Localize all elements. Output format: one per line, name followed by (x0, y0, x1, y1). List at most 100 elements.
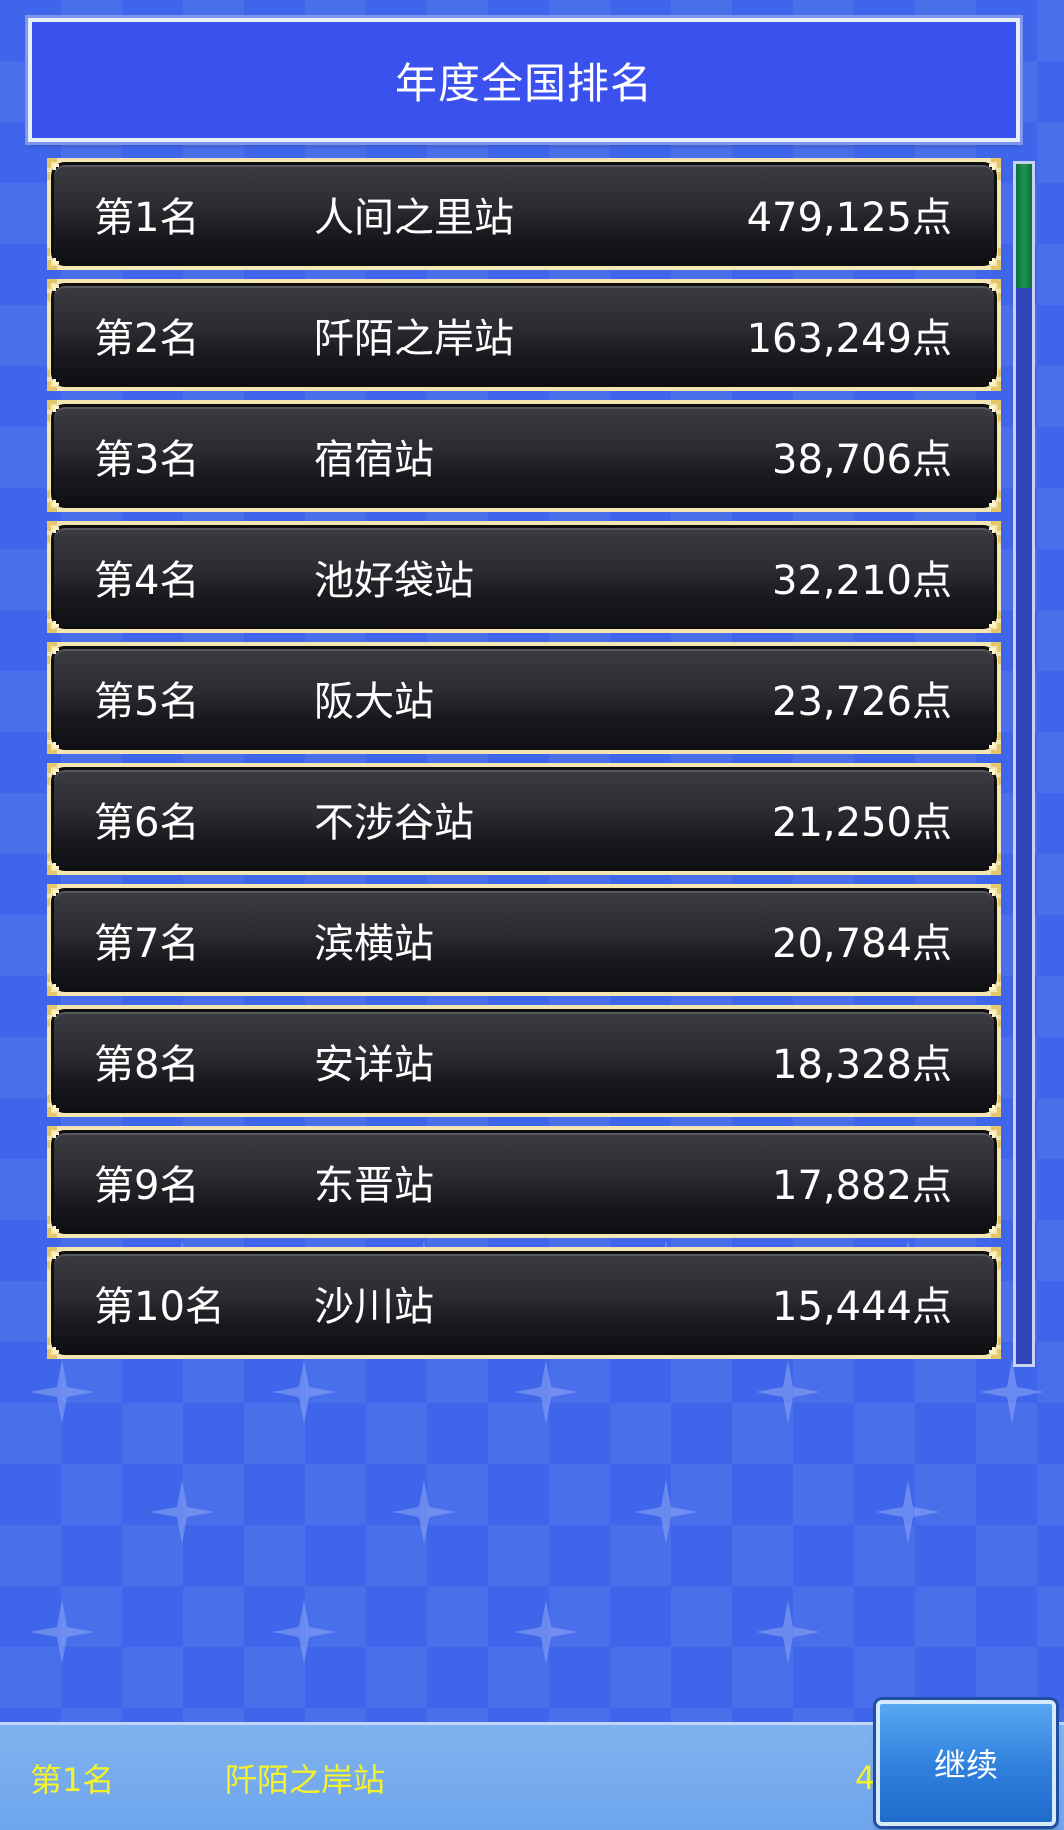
frame-corner-ornament-icon (989, 611, 1001, 633)
ranking-row: 第2名 阡陌之岸站 163,249点 (47, 279, 1001, 391)
rank-label: 第1名 (94, 195, 200, 241)
frame-corner-ornament-icon (989, 732, 1001, 754)
station-name: 宿宿站 (314, 437, 434, 483)
ranking-row-panel: 第8名 安详站 18,328点 (51, 1009, 997, 1113)
sparkle-decoration-icon (514, 1600, 578, 1664)
rank-label: 第8名 (94, 1042, 200, 1088)
station-score: 38,706点 (772, 437, 952, 483)
scrollbar-thumb[interactable] (1016, 164, 1032, 288)
frame-corner-ornament-icon (989, 1337, 1001, 1359)
frame-corner-ornament-icon (989, 853, 1001, 875)
frame-corner-ornament-icon (47, 853, 59, 875)
ranking-row: 第7名 滨横站 20,784点 (47, 884, 1001, 996)
frame-corner-ornament-icon (47, 158, 59, 180)
player-station-name: 阡陌之岸站 (225, 1760, 386, 1799)
sparkle-decoration-icon (756, 1600, 820, 1664)
station-score: 21,250点 (772, 800, 952, 846)
frame-corner-ornament-icon (47, 763, 59, 785)
frame-corner-ornament-icon (989, 763, 1001, 785)
continue-button[interactable]: 继续 (876, 1700, 1056, 1826)
station-score: 15,444点 (772, 1284, 952, 1330)
ranking-row-panel: 第7名 滨横站 20,784点 (51, 888, 997, 992)
title-bar: 年度全国排名 (28, 18, 1020, 142)
station-score: 479,125点 (746, 195, 952, 241)
sparkle-decoration-icon (514, 1360, 578, 1424)
frame-corner-ornament-icon (47, 369, 59, 391)
frame-corner-ornament-icon (47, 1337, 59, 1359)
frame-corner-ornament-icon (47, 248, 59, 270)
rank-label: 第5名 (94, 679, 200, 725)
frame-corner-ornament-icon (989, 1216, 1001, 1238)
ranking-row: 第5名 阪大站 23,726点 (47, 642, 1001, 754)
frame-corner-ornament-icon (989, 974, 1001, 996)
ranking-row-panel: 第1名 人间之里站 479,125点 (51, 162, 997, 266)
frame-corner-ornament-icon (989, 642, 1001, 664)
frame-corner-ornament-icon (47, 1095, 59, 1117)
ranking-row: 第6名 不涉谷站 21,250点 (47, 763, 1001, 875)
ranking-row: 第1名 人间之里站 479,125点 (47, 158, 1001, 270)
frame-corner-ornament-icon (989, 490, 1001, 512)
ranking-row: 第3名 宿宿站 38,706点 (47, 400, 1001, 512)
frame-corner-ornament-icon (989, 884, 1001, 906)
sparkle-decoration-icon (272, 1360, 336, 1424)
frame-corner-ornament-icon (989, 1005, 1001, 1027)
frame-corner-ornament-icon (47, 279, 59, 301)
station-score: 163,249点 (746, 316, 952, 362)
ranking-row-panel: 第3名 宿宿站 38,706点 (51, 404, 997, 508)
frame-corner-ornament-icon (47, 1216, 59, 1238)
frame-corner-ornament-icon (47, 1247, 59, 1269)
ranking-row-panel: 第5名 阪大站 23,726点 (51, 646, 997, 750)
ranking-row: 第8名 安详站 18,328点 (47, 1005, 1001, 1117)
frame-corner-ornament-icon (47, 1005, 59, 1027)
player-rank: 第1名 (30, 1760, 115, 1799)
player-score: 4 (855, 1758, 876, 1797)
sparkle-decoration-icon (980, 1360, 1044, 1424)
frame-corner-ornament-icon (989, 158, 1001, 180)
station-name: 人间之里站 (314, 195, 514, 241)
sparkle-decoration-icon (272, 1600, 336, 1664)
station-name: 滨横站 (314, 921, 434, 967)
frame-corner-ornament-icon (989, 400, 1001, 422)
frame-corner-ornament-icon (989, 369, 1001, 391)
station-score: 20,784点 (772, 921, 952, 967)
ranking-row: 第9名 东晋站 17,882点 (47, 1126, 1001, 1238)
page-title: 年度全国排名 (394, 58, 653, 108)
frame-corner-ornament-icon (989, 521, 1001, 543)
rank-label: 第7名 (94, 921, 200, 967)
rank-label: 第4名 (94, 558, 200, 604)
rank-label: 第6名 (94, 800, 200, 846)
sparkle-decoration-icon (634, 1480, 698, 1544)
continue-button-label: 继续 (933, 1746, 998, 1784)
frame-corner-ornament-icon (47, 732, 59, 754)
frame-corner-ornament-icon (989, 279, 1001, 301)
ranking-row-panel: 第10名 沙川站 15,444点 (51, 1251, 997, 1355)
sparkle-decoration-icon (756, 1360, 820, 1424)
station-name: 东晋站 (314, 1163, 434, 1209)
ranking-scrollbar[interactable] (1013, 161, 1035, 1367)
ranking-list[interactable]: 第1名 人间之里站 479,125点 第2名 阡陌之岸站 163,249点 第3… (47, 158, 1001, 1368)
frame-corner-ornament-icon (47, 490, 59, 512)
sparkle-decoration-icon (30, 1600, 94, 1664)
frame-corner-ornament-icon (989, 1247, 1001, 1269)
frame-corner-ornament-icon (47, 400, 59, 422)
frame-corner-ornament-icon (47, 611, 59, 633)
frame-corner-ornament-icon (989, 1095, 1001, 1117)
ranking-row-panel: 第4名 池好袋站 32,210点 (51, 525, 997, 629)
station-score: 23,726点 (772, 679, 952, 725)
frame-corner-ornament-icon (47, 521, 59, 543)
frame-corner-ornament-icon (47, 642, 59, 664)
ranking-row-panel: 第9名 东晋站 17,882点 (51, 1130, 997, 1234)
station-score: 17,882点 (772, 1163, 952, 1209)
station-score: 18,328点 (772, 1042, 952, 1088)
frame-corner-ornament-icon (47, 974, 59, 996)
frame-corner-ornament-icon (989, 248, 1001, 270)
ranking-row: 第4名 池好袋站 32,210点 (47, 521, 1001, 633)
rank-label: 第3名 (94, 437, 200, 483)
frame-corner-ornament-icon (47, 884, 59, 906)
sparkle-decoration-icon (392, 1480, 456, 1544)
station-score: 32,210点 (772, 558, 952, 604)
ranking-row: 第10名 沙川站 15,444点 (47, 1247, 1001, 1359)
sparkle-decoration-icon (150, 1480, 214, 1544)
frame-corner-ornament-icon (989, 1126, 1001, 1148)
rank-label: 第2名 (94, 316, 200, 362)
